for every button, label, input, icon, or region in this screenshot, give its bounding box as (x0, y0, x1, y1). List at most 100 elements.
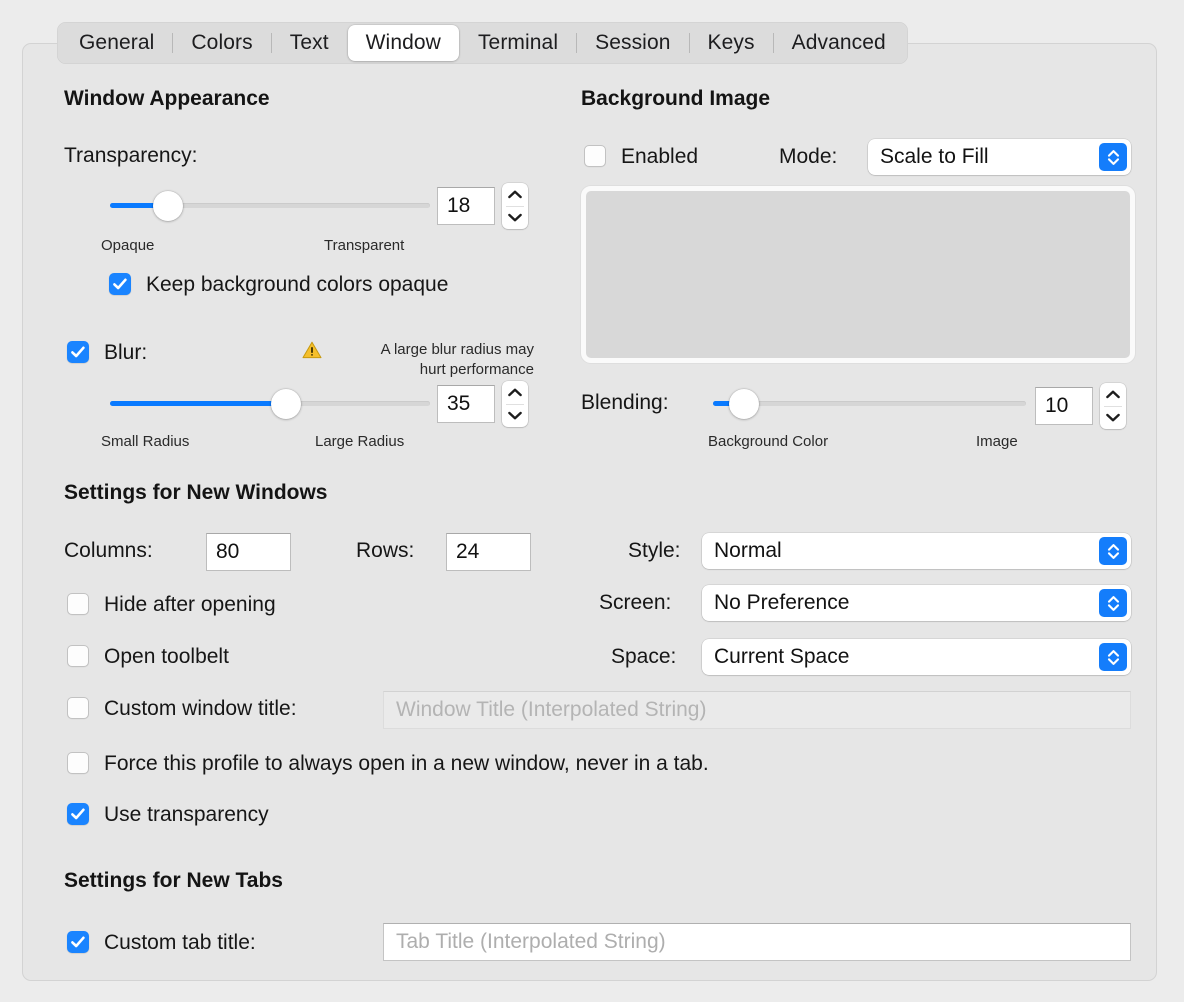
screen-label: Screen: (599, 591, 672, 614)
tab-keys[interactable]: Keys (690, 25, 773, 61)
stepper-decrement[interactable] (502, 405, 528, 428)
custom-window-title-input[interactable]: Window Title (Interpolated String) (383, 691, 1131, 729)
blending-max-label: Image (976, 433, 1018, 450)
stepper-increment[interactable] (502, 183, 528, 206)
slider-thumb[interactable] (729, 389, 760, 419)
slider-thumb[interactable] (271, 389, 301, 419)
rows-field[interactable]: 24 (446, 533, 531, 571)
blending-min-label: Background Color (708, 433, 829, 450)
blur-radius-slider[interactable] (110, 389, 430, 419)
keep-background-colors-opaque-checkbox[interactable] (109, 273, 131, 295)
window-appearance-heading: Window Appearance (64, 87, 270, 110)
blur-value-field[interactable]: 35 (437, 385, 495, 423)
transparency-label: Transparency: (64, 144, 198, 167)
background-image-mode-select[interactable]: Scale to Fill (868, 139, 1131, 175)
tab-general[interactable]: General (61, 25, 172, 61)
chevron-up-icon (508, 388, 522, 396)
select-value: Normal (714, 539, 782, 562)
tab-colors[interactable]: Colors (173, 25, 270, 61)
tab-label: General (79, 31, 155, 54)
blending-stepper[interactable] (1100, 383, 1126, 429)
background-image-heading: Background Image (581, 87, 771, 110)
blending-label: Blending: (581, 391, 669, 414)
preferences-window: General Colors Text Window Terminal Sess… (0, 0, 1184, 1002)
new-windows-heading: Settings for New Windows (64, 481, 328, 504)
keep-background-colors-opaque-label[interactable]: Keep background colors opaque (146, 273, 448, 297)
background-image-preview[interactable] (581, 186, 1135, 363)
stepper-decrement[interactable] (1100, 407, 1126, 430)
tab-label: Session (595, 31, 671, 54)
force-new-window-checkbox[interactable] (67, 752, 89, 774)
custom-tab-title-input[interactable]: Tab Title (Interpolated String) (383, 923, 1131, 961)
tab-label: Keys (707, 31, 755, 54)
chevron-up-icon (1106, 390, 1120, 398)
checkmark-icon (71, 346, 85, 358)
style-label: Style: (628, 539, 681, 562)
select-value: Current Space (714, 645, 850, 668)
tab-window[interactable]: Window (347, 25, 459, 61)
window-space-select[interactable]: Current Space (702, 639, 1131, 675)
chevron-down-icon (508, 214, 522, 222)
columns-label: Columns: (64, 539, 153, 562)
blur-label[interactable]: Blur: (104, 341, 147, 365)
blending-value-field[interactable]: 10 (1035, 387, 1093, 425)
blending-slider[interactable] (713, 389, 1026, 419)
blur-checkbox[interactable] (67, 341, 89, 363)
use-transparency-label[interactable]: Use transparency (104, 803, 269, 827)
custom-window-title-checkbox[interactable] (67, 697, 89, 719)
tab-terminal[interactable]: Terminal (460, 25, 576, 61)
tab-text[interactable]: Text (272, 25, 347, 61)
use-transparency-checkbox[interactable] (67, 803, 89, 825)
hide-after-opening-label[interactable]: Hide after opening (104, 593, 276, 617)
hide-after-opening-checkbox[interactable] (67, 593, 89, 615)
window-screen-select[interactable]: No Preference (702, 585, 1131, 621)
checkmark-icon (71, 808, 85, 820)
space-label: Space: (611, 645, 677, 668)
window-style-select[interactable]: Normal (702, 533, 1131, 569)
blur-max-label: Large Radius (315, 433, 405, 450)
select-value: No Preference (714, 591, 850, 614)
chevron-up-icon (508, 190, 522, 198)
background-image-enabled-checkbox[interactable] (584, 145, 606, 167)
window-settings-panel (22, 43, 1157, 981)
stepper-increment[interactable] (1100, 383, 1126, 406)
transparency-stepper[interactable] (502, 183, 528, 229)
columns-field[interactable]: 80 (206, 533, 291, 571)
custom-window-title-label[interactable]: Custom window title: (104, 697, 297, 721)
checkmark-icon (113, 278, 127, 290)
custom-tab-title-checkbox[interactable] (67, 931, 89, 953)
new-tabs-heading: Settings for New Tabs (64, 869, 283, 892)
open-toolbelt-checkbox[interactable] (67, 645, 89, 667)
select-value: Scale to Fill (880, 145, 989, 168)
blur-stepper[interactable] (502, 381, 528, 427)
stepper-increment[interactable] (502, 381, 528, 404)
chevron-updown-icon (1099, 643, 1127, 671)
preferences-tabbar: General Colors Text Window Terminal Sess… (57, 22, 908, 64)
stepper-decrement[interactable] (502, 207, 528, 230)
slider-thumb[interactable] (152, 191, 183, 221)
transparency-slider[interactable] (110, 191, 430, 221)
placeholder-text: Tab Title (Interpolated String) (396, 930, 666, 953)
rows-label: Rows: (356, 539, 415, 562)
tab-label: Colors (191, 31, 253, 54)
blur-min-label: Small Radius (101, 433, 190, 450)
tab-label: Advanced (791, 31, 886, 54)
chevron-updown-icon (1099, 143, 1127, 171)
transparency-value-field[interactable]: 18 (437, 187, 495, 225)
placeholder-text: Window Title (Interpolated String) (396, 698, 707, 721)
chevron-updown-icon (1099, 589, 1127, 617)
force-new-window-label[interactable]: Force this profile to always open in a n… (104, 752, 709, 776)
tab-session[interactable]: Session (577, 25, 688, 61)
tab-label: Text (289, 31, 329, 54)
open-toolbelt-label[interactable]: Open toolbelt (104, 645, 229, 669)
background-image-enabled-label[interactable]: Enabled (621, 145, 698, 169)
tab-advanced[interactable]: Advanced (774, 25, 904, 61)
slider-fill (110, 401, 286, 406)
blur-performance-warning: A large blur radius may hurt performance (380, 341, 534, 378)
background-image-mode-label: Mode: (779, 145, 838, 168)
transparency-min-label: Opaque (101, 237, 155, 254)
chevron-updown-icon (1099, 537, 1127, 565)
custom-tab-title-label[interactable]: Custom tab title: (104, 931, 256, 955)
tab-label: Terminal (477, 31, 559, 54)
checkmark-icon (71, 936, 85, 948)
